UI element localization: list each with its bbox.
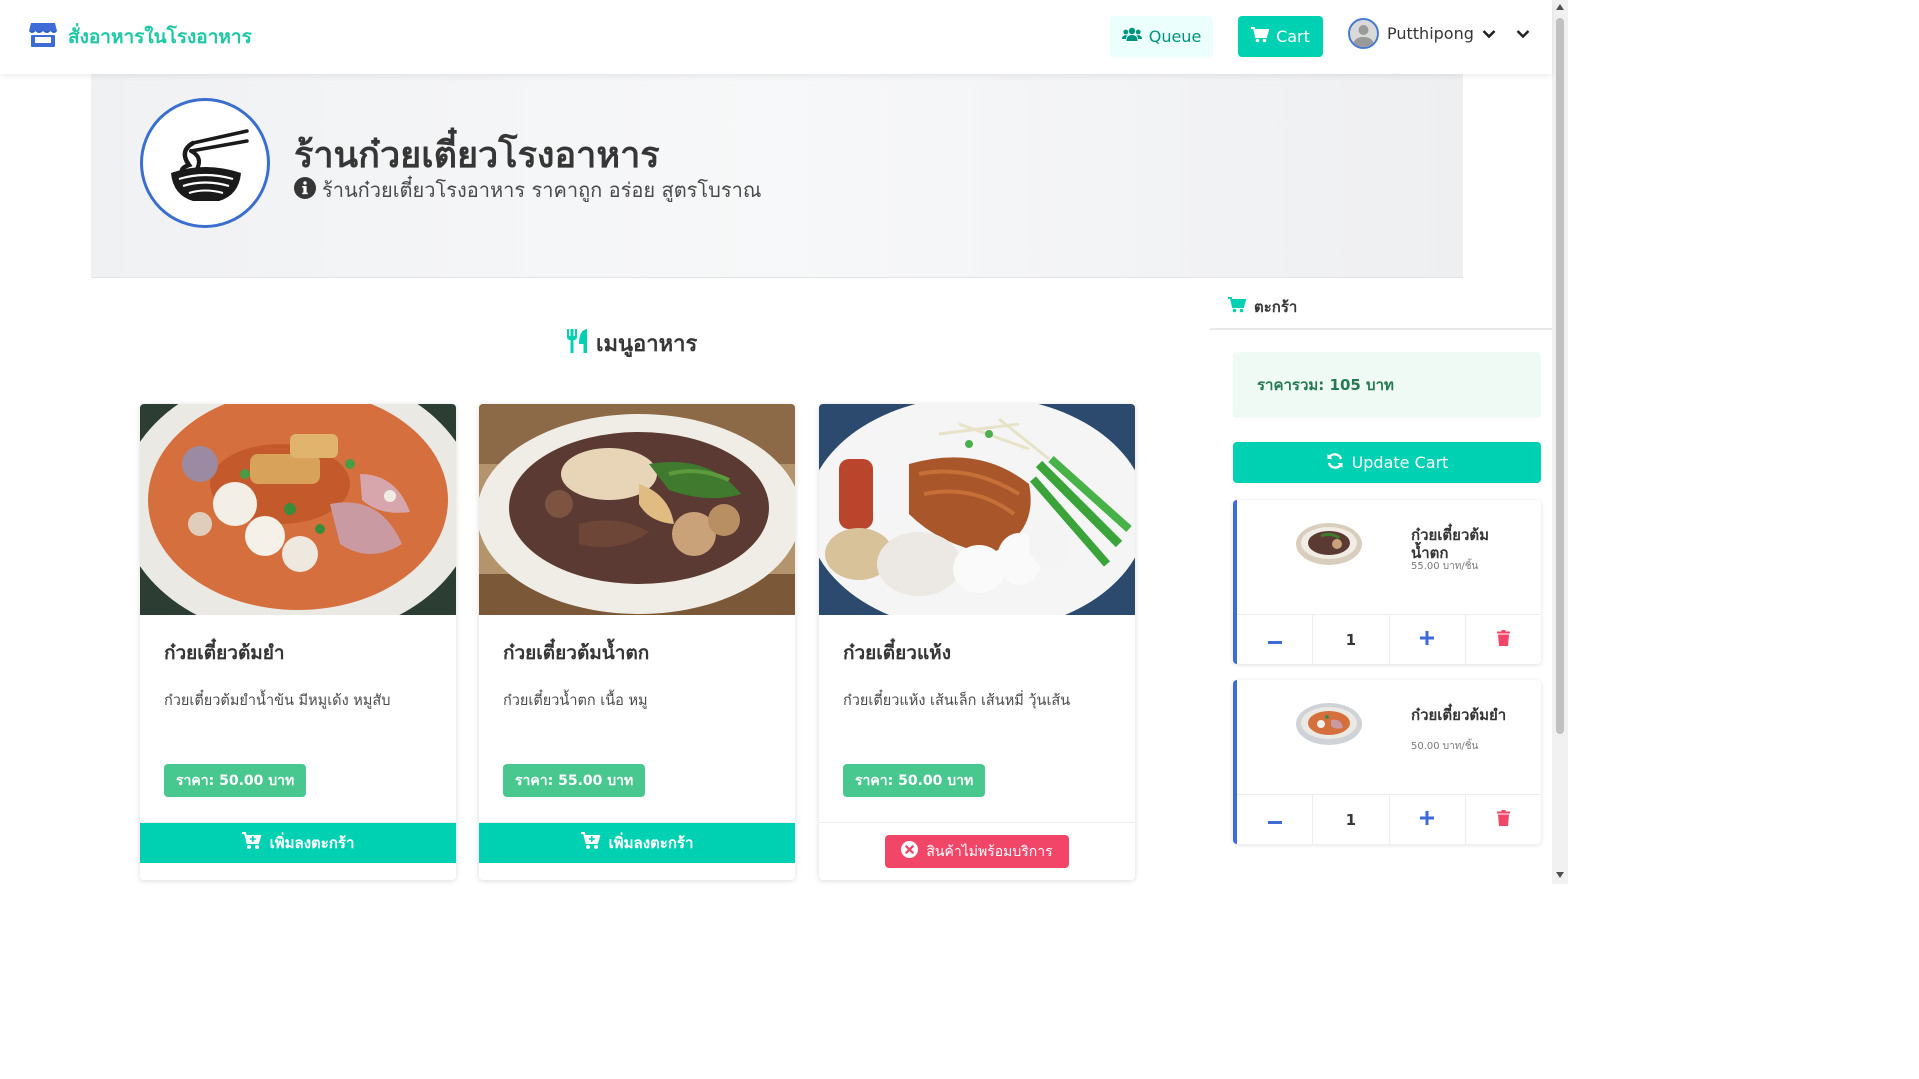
trash-icon [1496,629,1510,650]
info-icon [294,176,316,204]
users-icon [1121,27,1142,46]
quantity-value: 1 [1313,615,1390,664]
brand-link[interactable]: สั่งอาหารในโรงอาหาร [28,22,252,52]
cart-item-thumbnail [1295,520,1363,568]
scroll-thumb[interactable] [1556,18,1564,734]
shop-description-text: ร้านก๋วยเตี๋ยวโรงอาหาร ราคาถูก อร่อย สูต… [322,178,762,202]
refresh-icon [1326,452,1344,474]
chevron-down-icon [1516,24,1530,43]
menu-card: ก๋วยเตี๋ยวต้มน้ำตก ก๋วยเตี๋ยวน้ำตก เนื้อ… [479,404,795,880]
add-to-cart-button[interactable]: เพิ่มลงตะกร้า [140,823,456,863]
plus-icon [1420,630,1435,649]
shop-logo [140,98,270,228]
cart-plus-icon [241,832,262,854]
card-footer: เพิ่มลงตะกร้า [140,822,456,880]
user-name: Putthipong [1387,24,1474,43]
queue-button[interactable]: Queue [1110,16,1213,57]
quantity-value: 1 [1313,795,1390,844]
menu-heading: เมนูอาหาร [566,326,697,361]
increase-button[interactable] [1390,795,1466,844]
unavailable-label: สินค้าไม่พร้อมบริการ [926,843,1053,860]
scroll-up-arrow[interactable] [1556,4,1564,10]
add-to-cart-label: เพิ่มลงตะกร้า [608,834,694,852]
remove-item-button[interactable] [1466,795,1541,844]
menu-card: ก๋วยเตี๋ยวแห้ง ก๋วยเตี๋ยวแห้ง เส้นเล็ก เ… [819,404,1135,880]
navbar: สั่งอาหารในโรงอาหาร Queue Cart Putthipon… [0,0,1552,74]
unavailable-button[interactable]: สินค้าไม่พร้อมบริการ [885,835,1069,868]
cart-icon [1251,26,1270,47]
food-description: ก๋วยเตี๋ยวน้ำตก เนื้อ หมู [503,693,648,709]
avatar [1348,18,1379,49]
noodle-bowl-icon [171,129,249,201]
cart-item: ก๋วยเตี๋ยวต้มน้ำตก 55.00 บาท/ชิ้น 1 [1233,500,1541,664]
menu-card: ก๋วยเตี๋ยวต้มยำ ก๋วยเตี๋ยวต้มยำน้ำข้น มี… [140,404,456,880]
add-to-cart-label: เพิ่มลงตะกร้า [269,834,355,852]
decrease-button[interactable] [1237,615,1314,664]
quantity-controls: 1 [1237,614,1541,664]
food-image-dry-noodle [819,404,1135,632]
trash-icon [1496,809,1510,830]
food-title: ก๋วยเตี๋ยวต้มยำ [164,642,285,664]
food-image-tom-yum [140,404,456,639]
plus-icon [1420,810,1435,829]
price-tag: ราคา: 50.00 บาท [164,764,307,797]
add-to-cart-button[interactable]: เพิ่มลงตะกร้า [479,823,795,863]
food-title: ก๋วยเตี๋ยวแห้ง [843,642,951,664]
food-description: ก๋วยเตี๋ยวต้มยำน้ำข้น มีหมูเด้ง หมูสับ [164,693,391,709]
cart-total: ราคารวม: 105 บาท [1233,352,1541,418]
minus-icon [1267,810,1282,829]
cart-label: Cart [1276,27,1310,46]
cart-item-name: ก๋วยเตี๋ยวต้มยำ [1411,706,1507,724]
user-menu[interactable]: Putthipong [1348,18,1530,49]
decrease-button[interactable] [1237,795,1314,844]
increase-button[interactable] [1390,615,1466,664]
remove-item-button[interactable] [1466,615,1541,664]
cart-plus-icon [580,832,601,854]
card-footer: เพิ่มลงตะกร้า [479,822,795,880]
shop-hero: ร้านก๋วยเตี๋ยวโรงอาหาร ร้านก๋วยเตี๋ยวโรง… [91,74,1463,278]
cart-item-unit-price: 55.00 บาท/ชิ้น [1411,561,1479,572]
scroll-down-arrow[interactable] [1556,872,1564,878]
chevron-down-icon [1482,24,1496,43]
food-description: ก๋วยเตี๋ยวแห้ง เส้นเล็ก เส้นหมี่ วุ้นเส้… [843,693,1071,709]
cart-icon [1228,297,1247,317]
store-icon [28,22,58,52]
cart-button[interactable]: Cart [1238,16,1323,57]
price-tag: ราคา: 50.00 บาท [843,764,986,797]
brand-title: สั่งอาหารในโรงอาหาร [68,26,252,48]
scrollbar[interactable] [1552,0,1568,884]
food-image-nam-tok [479,404,795,615]
update-cart-button[interactable]: Update Cart [1233,442,1541,483]
price-tag: ราคา: 55.00 บาท [503,764,646,797]
shop-description: ร้านก๋วยเตี๋ยวโรงอาหาร ราคาถูก อร่อย สูต… [294,174,761,206]
cart-panel-header: ตะกร้า [1210,286,1552,330]
card-footer: สินค้าไม่พร้อมบริการ [819,822,1135,880]
queue-label: Queue [1148,27,1202,46]
utensils-icon [566,328,588,360]
update-cart-label: Update Cart [1351,453,1449,472]
food-title: ก๋วยเตี๋ยวต้มน้ำตก [503,642,650,664]
cart-panel-title: ตะกร้า [1254,298,1298,316]
close-circle-icon [901,841,919,862]
quantity-controls: 1 [1237,794,1541,844]
cart-item-thumbnail [1295,700,1363,748]
cart-item-unit-price: 50.00 บาท/ชิ้น [1411,741,1479,752]
cart-item: ก๋วยเตี๋ยวต้มยำ 50.00 บาท/ชิ้น 1 [1233,680,1541,844]
cart-item-name: ก๋วยเตี๋ยวต้มน้ำตก [1411,526,1490,562]
menu-heading-text: เมนูอาหาร [596,332,698,357]
minus-icon [1267,630,1282,649]
